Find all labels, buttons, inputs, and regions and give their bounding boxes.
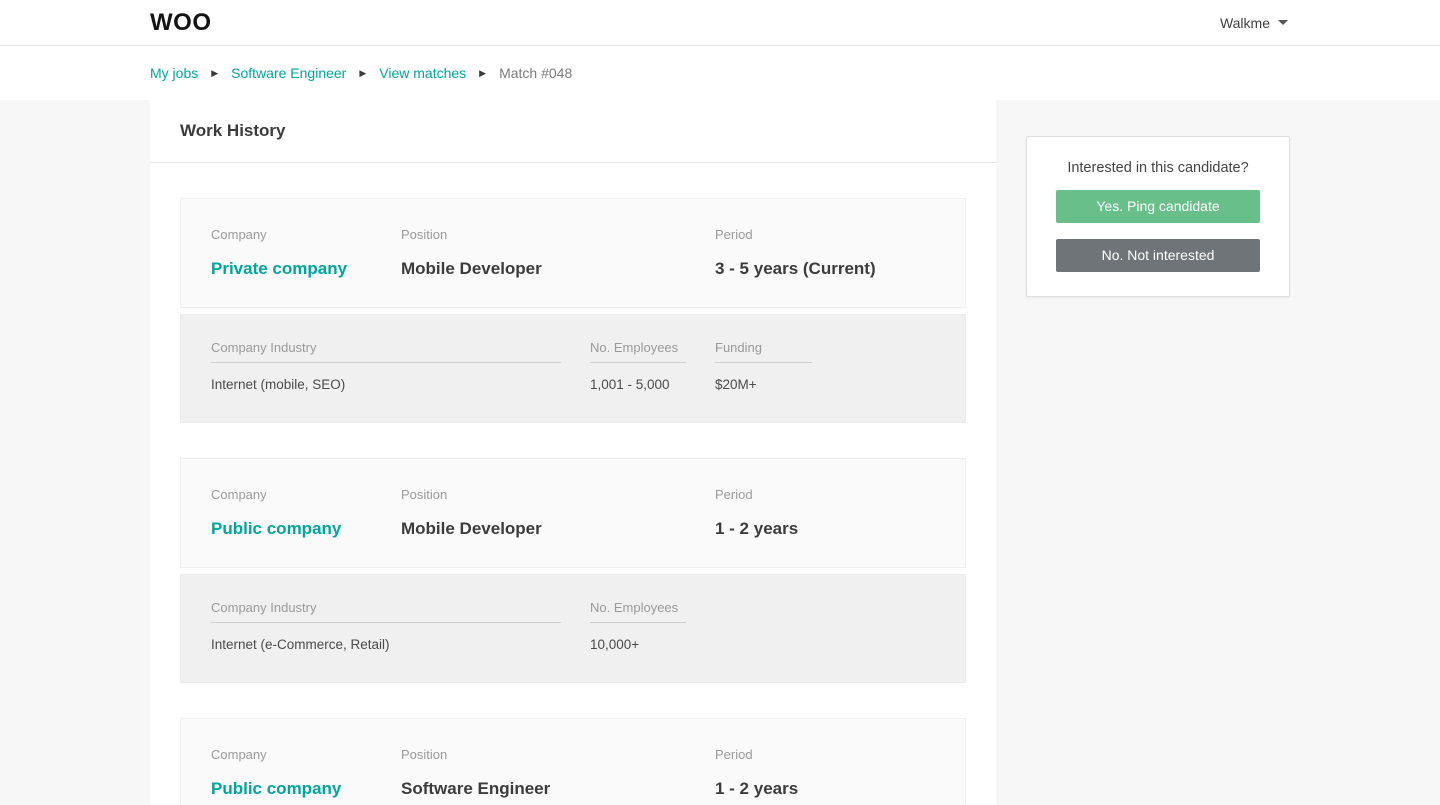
field-label: Funding (715, 340, 812, 363)
field-value[interactable]: Public company (211, 519, 401, 539)
caret-down-icon (1278, 20, 1288, 25)
candidate-question: Interested in this candidate? (1067, 160, 1249, 176)
breadcrumb-current: Match #048 (499, 65, 573, 81)
field-value: Internet (mobile, SEO) (211, 377, 346, 392)
field-label: Company (211, 227, 267, 242)
field-value: $20M+ (715, 377, 757, 392)
field-label: Company (211, 747, 267, 762)
breadcrumb-separator-icon: ▶ (359, 67, 367, 78)
work-history-panel: Work History Company Private company Posit… (150, 100, 996, 805)
field-value: Mobile Developer (401, 519, 542, 538)
content-area: Work History Company Private company Posit… (0, 100, 1440, 805)
field-position: Position Mobile Developer (401, 487, 715, 539)
field-label: No. Employees (590, 340, 686, 363)
page-title: Work History (180, 121, 286, 140)
yes-ping-candidate-button[interactable]: Yes. Ping candidate (1056, 190, 1260, 223)
field-company: Company Public company (211, 747, 401, 799)
field-value: 1,001 - 5,000 (590, 377, 670, 392)
breadcrumb-link[interactable]: My jobs (150, 65, 198, 81)
candidate-decision-card: Interested in this candidate? Yes. Ping … (1026, 136, 1290, 297)
field-value[interactable]: Public company (211, 779, 401, 799)
field-value: Internet (e-Commerce, Retail) (211, 637, 390, 652)
field-value: Software Engineer (401, 779, 551, 798)
field-label: Period (715, 487, 753, 502)
card-secondary-section: Company Industry Internet (mobile, SEO) No… (180, 314, 966, 423)
field-period: Period 3 - 5 years (Current) (715, 227, 935, 279)
card-primary-section: Company Private company Position Mobile Dev… (180, 198, 966, 308)
field-value: 1 - 2 years (715, 519, 799, 538)
field-value[interactable]: Private company (211, 259, 401, 279)
field-company: Company Private company (211, 227, 401, 279)
woo-logo[interactable]: WOO (150, 9, 212, 37)
field-company: Company Public company (211, 487, 401, 539)
field-label: Company Industry (211, 600, 561, 623)
breadcrumb-bar: My jobs ▶ Software Engineer ▶ View match… (0, 46, 1440, 100)
field-label: Position (401, 747, 448, 762)
no-not-interested-button[interactable]: No. Not interested (1056, 239, 1260, 272)
top-bar: WOO Walkme (0, 0, 1440, 46)
breadcrumb-link[interactable]: View matches (379, 65, 466, 81)
account-name: Walkme (1219, 14, 1270, 31)
breadcrumb-separator-icon: ▶ (479, 67, 487, 78)
field-period: Period 1 - 2 years (715, 747, 935, 799)
field-position: Position Software Engineer (401, 747, 715, 799)
work-history-list: Company Private company Position Mobile Dev… (150, 198, 996, 805)
field-company-industry: Company Industry Internet (mobile, SEO) (211, 340, 561, 392)
field-no-employees: No. Employees 1,001 - 5,000 (590, 340, 686, 392)
field-value: 3 - 5 years (Current) (715, 259, 876, 278)
field-value: Mobile Developer (401, 259, 542, 278)
account-menu[interactable]: Walkme (1220, 15, 1288, 31)
field-label: No. Employees (590, 600, 686, 623)
field-label: Period (715, 747, 753, 762)
field-label: Position (401, 227, 448, 242)
panel-header: Work History (150, 100, 996, 163)
field-value: 10,000+ (590, 637, 640, 652)
work-history-card: Company Public company Position Mobile Deve… (180, 458, 966, 683)
card-secondary-section: Company Industry Internet (e-Commerce, Re… (180, 574, 966, 683)
work-history-card: Company Public company Position Software En… (180, 718, 966, 805)
field-funding: Funding $20M+ (715, 340, 812, 392)
breadcrumb-separator-icon: ▶ (211, 67, 219, 78)
field-position: Position Mobile Developer (401, 227, 715, 279)
field-label: Position (401, 487, 448, 502)
field-value: 1 - 2 years (715, 779, 799, 798)
field-period: Period 1 - 2 years (715, 487, 935, 539)
field-label: Period (715, 227, 753, 242)
field-label: Company Industry (211, 340, 561, 363)
field-company-industry: Company Industry Internet (e-Commerce, Re… (211, 600, 561, 652)
field-no-employees: No. Employees 10,000+ (590, 600, 686, 652)
breadcrumb-link[interactable]: Software Engineer (231, 65, 346, 81)
breadcrumb: My jobs ▶ Software Engineer ▶ View match… (150, 65, 572, 81)
work-history-card: Company Private company Position Mobile Dev… (180, 198, 966, 423)
field-label: Company (211, 487, 267, 502)
card-primary-section: Company Public company Position Mobile Deve… (180, 458, 966, 568)
card-primary-section: Company Public company Position Software En… (180, 718, 966, 805)
